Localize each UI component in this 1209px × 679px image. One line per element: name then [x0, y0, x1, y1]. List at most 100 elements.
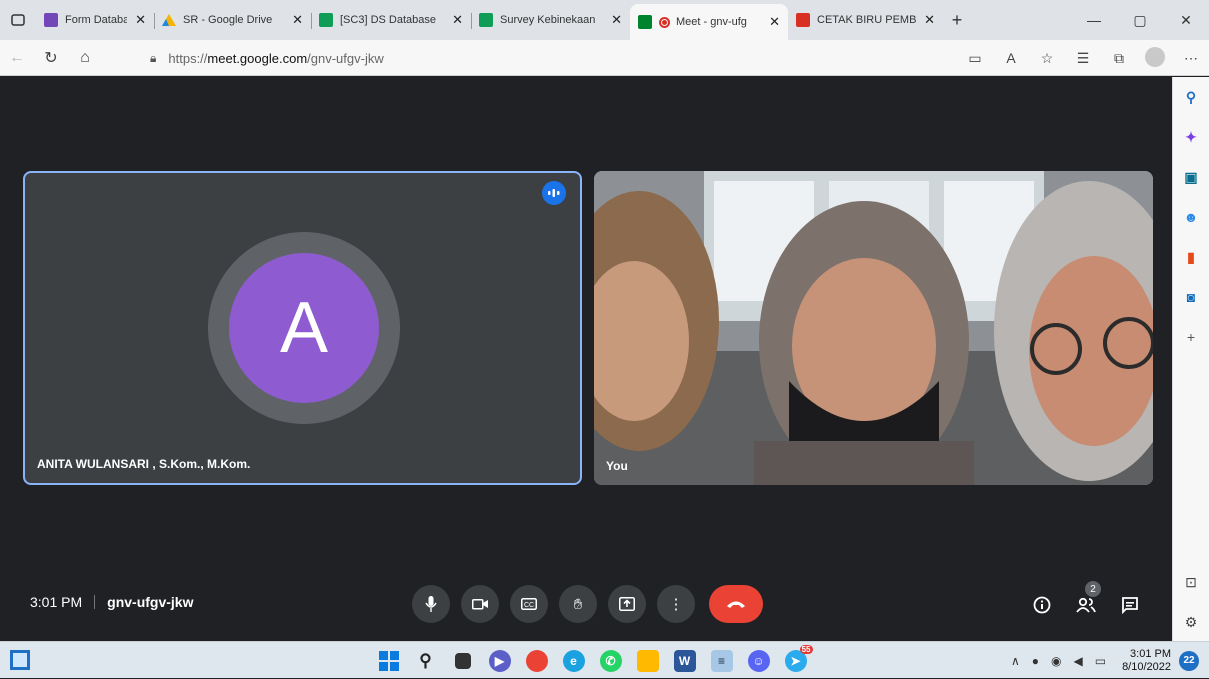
home-button[interactable]: ⌂ [68, 49, 102, 67]
hand-icon: ✋︎ [573, 595, 583, 613]
add-sidebar-app-icon[interactable]: + [1181, 327, 1201, 347]
tab-actions-button[interactable] [0, 0, 36, 40]
microphone-button[interactable] [412, 585, 450, 623]
discover-icon[interactable]: ✦ [1181, 127, 1201, 147]
sidebar-settings-icon[interactable]: ⚙︎ [1181, 612, 1201, 632]
pdf-icon [796, 13, 810, 27]
word-icon[interactable]: W [673, 649, 696, 672]
self-video-feed [594, 171, 1153, 485]
collections-icon[interactable]: ⧉ [1101, 50, 1137, 67]
url-field[interactable]: 🔒︎ https://meet.google.com/gnv-ufgv-jkw [150, 44, 910, 72]
close-tab-icon[interactable]: ✕ [292, 12, 303, 28]
read-aloud-icon[interactable]: A [993, 50, 1029, 66]
url-path: /gnv-ufgv-jkw [307, 50, 384, 66]
close-window-button[interactable]: ✕ [1163, 0, 1209, 40]
edge-sidebar: ⚲ ✦ ▣ ☻ ▮ ◙ + ⊡ ⚙︎ [1172, 77, 1209, 641]
games-icon[interactable]: ☻ [1181, 207, 1201, 227]
tab-strip: Form Database Pes ✕ SR - Google Drive ✕ … [0, 0, 1209, 40]
battery-icon[interactable]: ▭ [1095, 654, 1106, 668]
taskbar-clock[interactable]: 3:01 PM 8/10/2022 [1122, 648, 1171, 674]
info-icon [1033, 596, 1051, 614]
profile-avatar [1145, 46, 1165, 67]
hide-sidebar-icon[interactable]: ⊡ [1181, 572, 1201, 592]
search-icon[interactable]: ⚲ [1181, 87, 1201, 107]
notepad-icon[interactable]: ≡ [710, 649, 733, 672]
tab-meet[interactable]: Meet - gnv-ufg ✕ [630, 4, 788, 40]
url-prefix: https:// [168, 50, 208, 66]
show-hidden-icons-icon[interactable]: ∧ [1011, 654, 1020, 668]
chrome-icon[interactable] [525, 649, 548, 672]
outlook-icon[interactable]: ◙ [1181, 287, 1201, 307]
tab-survey[interactable]: Survey Kebinekaan ✕ [471, 4, 630, 36]
tab-title: CETAK BIRU PEMBA [817, 14, 917, 26]
add-favorite-icon[interactable]: ☆ [1029, 50, 1065, 67]
participant-name: You [606, 459, 628, 473]
tab-title: Meet - gnv-ufg [676, 16, 747, 28]
present-button[interactable] [608, 585, 646, 623]
close-tab-icon[interactable]: ✕ [135, 12, 146, 28]
restore-button[interactable]: ▢ [1117, 0, 1163, 40]
shopping-icon[interactable]: ▣ [1181, 167, 1201, 187]
participant-tile-you[interactable]: You [594, 171, 1153, 485]
forms-icon [44, 13, 58, 27]
meeting-details-button[interactable] [1024, 587, 1060, 623]
tab-title: [SC3] DS Database [340, 14, 436, 26]
close-tab-icon[interactable]: ✕ [769, 14, 780, 30]
participant-tile-anita[interactable]: A ANITA WULANSARI , S.Kom., M.Kom. [23, 171, 582, 485]
profile-button[interactable] [1137, 46, 1173, 70]
office-icon[interactable]: ▮ [1181, 247, 1201, 267]
more-options-button[interactable]: ⋮ [657, 585, 695, 623]
lock-icon: 🔒︎ [150, 50, 157, 65]
recording-icon [659, 16, 670, 28]
close-tab-icon[interactable]: ✕ [452, 12, 463, 28]
edge-icon[interactable]: e [562, 649, 585, 672]
sheets-icon [319, 13, 333, 27]
captions-button[interactable]: CC [510, 585, 548, 623]
teams-chat-icon[interactable]: ▶ [488, 649, 511, 672]
leave-call-button[interactable] [709, 585, 763, 623]
tab-cetak-biru[interactable]: CETAK BIRU PEMBA ✕ [788, 4, 943, 36]
chat-button[interactable] [1112, 587, 1148, 623]
more-menu-icon[interactable]: ⋯ [1173, 50, 1209, 67]
minimize-button[interactable]: — [1071, 0, 1117, 40]
sheets-icon [479, 13, 493, 27]
drive-icon [162, 13, 176, 27]
svg-text:CC: CC [524, 602, 534, 609]
raise-hand-button[interactable]: ✋︎ [559, 585, 597, 623]
new-tab-button[interactable]: + [943, 10, 971, 31]
address-bar: ← ↻ ⌂ 🔒︎ https://meet.google.com/gnv-ufg… [0, 40, 1209, 76]
tab-form-database[interactable]: Form Database Pes ✕ [36, 4, 155, 36]
taskbar-search-icon[interactable]: ⚲ [415, 650, 437, 672]
more-vert-icon: ⋮ [668, 596, 684, 613]
camera-button[interactable] [461, 585, 499, 623]
tab-actions-icon [11, 14, 25, 26]
task-view-icon[interactable] [454, 652, 471, 669]
widgets-icon[interactable] [10, 650, 30, 670]
notification-count-badge[interactable]: 22 [1179, 650, 1199, 671]
people-icon [1076, 597, 1096, 613]
favorites-icon[interactable]: ☰ [1065, 50, 1101, 67]
file-explorer-icon[interactable] [636, 649, 659, 672]
tab-ds-database[interactable]: [SC3] DS Database ✕ [311, 4, 472, 36]
start-button[interactable] [378, 650, 400, 672]
participant-avatar: A [229, 253, 379, 403]
camera-permission-icon[interactable]: ▭ [957, 50, 993, 67]
close-tab-icon[interactable]: ✕ [924, 12, 935, 28]
wifi-icon[interactable]: ◉ [1051, 654, 1061, 668]
meeting-side-controls: 2 [1024, 581, 1156, 623]
system-tray: ∧ ● ◉ ◀ ▭ 3:01 PM 8/10/2022 22 [1005, 642, 1199, 679]
tab-title: SR - Google Drive [183, 14, 273, 26]
telegram-icon[interactable]: ➤ 55 [784, 644, 813, 672]
window-controls: — ▢ ✕ [1071, 0, 1209, 40]
whatsapp-icon[interactable]: ✆ [599, 649, 622, 672]
refresh-button[interactable]: ↻ [34, 48, 68, 68]
people-button[interactable]: 2 [1068, 581, 1104, 623]
meet-icon [638, 15, 652, 29]
chat-icon [1122, 597, 1138, 614]
tab-google-drive[interactable]: SR - Google Drive ✕ [154, 4, 312, 36]
discord-icon[interactable]: ☺ [747, 649, 770, 672]
microphone-tray-icon[interactable]: ● [1032, 654, 1039, 668]
volume-icon[interactable]: ◀ [1073, 654, 1082, 668]
close-tab-icon[interactable]: ✕ [611, 12, 622, 28]
back-button[interactable]: ← [0, 49, 34, 67]
